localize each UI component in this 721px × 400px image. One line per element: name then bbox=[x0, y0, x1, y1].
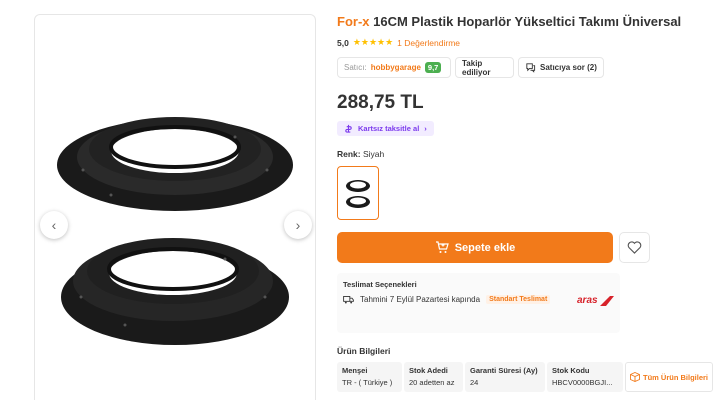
truck-icon bbox=[343, 295, 354, 304]
follow-button-label: Takip ediliyor bbox=[462, 58, 491, 77]
product-specs-title: Ürün Bilgileri bbox=[337, 346, 391, 356]
spec-value: TR - ( Türkiye ) bbox=[342, 378, 393, 387]
swatch-thumbnail bbox=[346, 180, 370, 208]
spec-key: Stok Adedi bbox=[409, 366, 448, 375]
spec-value: 24 bbox=[470, 378, 479, 387]
review-count-link[interactable]: 1 Değerlendirme bbox=[397, 38, 460, 48]
ask-seller-label: Satıcıya sor (2) bbox=[540, 63, 597, 72]
product-title: For-x 16CM Plastik Hoparlör Yükseltici T… bbox=[337, 14, 681, 29]
delivery-options: Teslimat Seçenekleri Tahmini 7 Eylül Paz… bbox=[337, 273, 620, 333]
carrier-name: aras bbox=[577, 295, 598, 306]
installment-icon bbox=[345, 124, 352, 133]
color-selector-label: Renk: Siyah bbox=[337, 149, 384, 159]
follow-button[interactable]: Takip ediliyor bbox=[455, 57, 514, 78]
delivery-row: Tahmini 7 Eylül Pazartesi kapında Standa… bbox=[343, 295, 551, 304]
favorite-button[interactable] bbox=[619, 232, 650, 263]
chat-icon bbox=[526, 63, 536, 73]
box-icon bbox=[630, 372, 640, 382]
heart-icon bbox=[627, 241, 642, 254]
color-value: Siyah bbox=[363, 149, 385, 159]
rating-score: 5,0 bbox=[337, 37, 349, 48]
rating-summary: 5,0 ★★★★★ 1 Değerlendirme bbox=[337, 37, 460, 48]
all-product-info-label: Tüm Ürün Bilgileri bbox=[642, 372, 708, 382]
add-to-cart-button[interactable]: Sepete ekle bbox=[337, 232, 613, 263]
color-label: Renk: bbox=[337, 149, 361, 159]
chevron-right-icon: › bbox=[424, 124, 427, 133]
color-swatch-selected[interactable] bbox=[337, 166, 379, 220]
carrier-logo: aras bbox=[577, 295, 614, 306]
seller-score-badge: 9,7 bbox=[424, 62, 442, 73]
cart-plus-icon bbox=[435, 241, 449, 253]
add-to-cart-label: Sepete ekle bbox=[454, 241, 516, 254]
chevron-left-icon: ‹ bbox=[51, 217, 57, 233]
installment-label: Kartsız taksitle al bbox=[358, 124, 420, 133]
product-brand-link[interactable]: For-x bbox=[337, 14, 370, 29]
product-image-gallery[interactable]: ‹ › bbox=[34, 14, 316, 400]
spec-item: Stok Kodu HBCV0000BGJI... bbox=[547, 362, 623, 392]
product-name: 16CM Plastik Hoparlör Yükseltici Takımı … bbox=[373, 14, 682, 29]
spec-item: Stok Adedi 20 adetten az bbox=[404, 362, 463, 392]
delivery-title: Teslimat Seçenekleri bbox=[343, 280, 417, 289]
chevron-right-icon: › bbox=[295, 217, 301, 233]
product-price: 288,75 TL bbox=[337, 92, 424, 113]
seller-name-link[interactable]: hobbygarage bbox=[371, 63, 421, 72]
spec-key: Garanti Süresi (Ay) bbox=[470, 366, 538, 375]
all-product-info-button[interactable]: Tüm Ürün Bilgileri bbox=[625, 362, 713, 392]
carrier-logo-icon bbox=[599, 295, 614, 306]
seller-label: Satıcı: bbox=[344, 63, 367, 72]
star-rating-icon: ★★★★★ bbox=[352, 37, 394, 47]
delivery-estimate: Tahmini 7 Eylül Pazartesi kapında bbox=[360, 295, 481, 304]
installment-link[interactable]: Kartsız taksitle al › bbox=[337, 121, 434, 136]
spec-key: Menşei bbox=[342, 366, 368, 375]
spec-value: 20 adetten az bbox=[409, 378, 455, 387]
gallery-prev-button[interactable]: ‹ bbox=[40, 211, 68, 239]
delivery-type-badge: Standart Teslimat bbox=[486, 295, 551, 304]
spec-key: Stok Kodu bbox=[552, 366, 590, 375]
spec-item: Menşei TR - ( Türkiye ) bbox=[337, 362, 402, 392]
seller-info[interactable]: Satıcı: hobbygarage 9,7 bbox=[337, 57, 451, 78]
ask-seller-button[interactable]: Satıcıya sor (2) bbox=[518, 57, 604, 78]
spec-item: Garanti Süresi (Ay) 24 bbox=[465, 362, 545, 392]
spec-value: HBCV0000BGJI... bbox=[552, 378, 613, 387]
gallery-next-button[interactable]: › bbox=[284, 211, 312, 239]
product-image bbox=[57, 117, 293, 345]
